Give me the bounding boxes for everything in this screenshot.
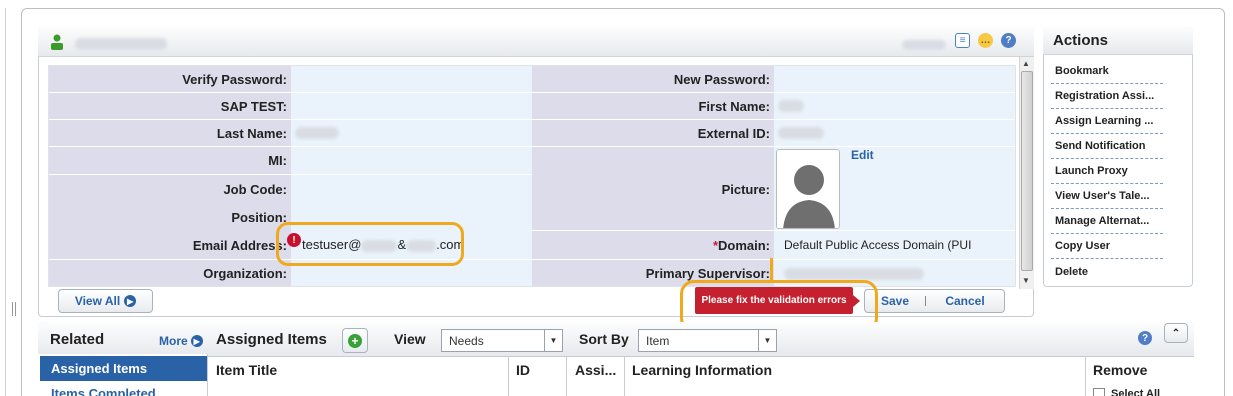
action-copy-user[interactable]: Copy User	[1051, 234, 1163, 259]
edit-picture-link[interactable]: Edit	[851, 148, 874, 162]
form-row: SAP TEST: First Name:	[49, 93, 1015, 120]
view-all-label: View All	[74, 294, 121, 308]
person-icon	[51, 34, 63, 50]
view-select-value: Needs	[449, 334, 484, 348]
domain-value[interactable]: Default Public Access Domain (PUI	[774, 231, 1015, 259]
field-label: Email Address:	[49, 231, 291, 259]
sort-select-value: Item	[646, 334, 670, 348]
email-highlight-ring	[276, 222, 464, 266]
sap-test-field[interactable]	[291, 93, 532, 119]
action-bookmark[interactable]: Bookmark	[1051, 59, 1163, 84]
scroll-down-icon[interactable]: ▼	[1022, 276, 1030, 285]
field-label: Position:	[49, 203, 291, 231]
highlight-connector	[770, 258, 773, 282]
field-label: New Password:	[532, 66, 774, 92]
sort-by-label: Sort By	[579, 331, 629, 347]
action-view-talent[interactable]: View User's Tale...	[1051, 184, 1163, 209]
plus-icon: +	[348, 333, 362, 348]
column-id[interactable]: ID	[516, 362, 530, 378]
arrow-right-icon: ▶	[190, 335, 203, 347]
action-assign-learning[interactable]: Assign Learning ...	[1051, 109, 1163, 134]
comment-icon[interactable]: …	[978, 33, 993, 48]
assigned-items-title: Assigned Items	[216, 331, 327, 348]
sidebar-item-items-completed[interactable]: Items Completed	[51, 386, 156, 396]
splitter-grip-icon[interactable]	[12, 302, 16, 316]
sidebar-item-assigned-items[interactable]: Assigned Items	[40, 356, 207, 381]
form-scrollbar[interactable]: ▲ ▼	[1019, 57, 1034, 289]
cancel-button[interactable]: Cancel	[926, 294, 1004, 308]
details-icon[interactable]: ≡	[955, 33, 970, 48]
last-name-value	[291, 120, 532, 146]
field-label: MI:	[49, 147, 291, 174]
save-cancel-group: Save Cancel	[864, 289, 1005, 313]
view-all-button[interactable]: View All ▶	[58, 289, 153, 313]
column-divider	[1085, 357, 1086, 396]
user-name-redacted	[75, 35, 167, 50]
actions-title: Actions	[1043, 27, 1193, 55]
scroll-up-icon[interactable]: ▲	[1022, 59, 1030, 68]
field-label: External ID:	[532, 120, 774, 146]
new-password-field[interactable]	[774, 66, 1015, 92]
select-all-label: Select All	[1111, 388, 1161, 396]
action-send-notification[interactable]: Send Notification	[1051, 134, 1163, 159]
verify-password-field[interactable]	[291, 66, 532, 92]
field-label: SAP TEST:	[49, 93, 291, 119]
related-title: Related	[50, 331, 105, 348]
sort-by-select[interactable]: Item ▼	[638, 329, 777, 352]
action-manage-alternates[interactable]: Manage Alternat...	[1051, 209, 1163, 234]
field-label: First Name:	[532, 93, 774, 119]
column-divider	[624, 357, 625, 396]
help-icon[interactable]: ?	[1001, 33, 1016, 48]
select-all-checkbox[interactable]: Select All	[1093, 388, 1160, 396]
first-name-value	[774, 93, 1015, 119]
view-select[interactable]: Needs ▼	[441, 329, 563, 352]
left-pane-edge	[0, 8, 6, 396]
header-redacted-text	[902, 36, 946, 51]
column-learning-information[interactable]: Learning Information	[632, 362, 772, 378]
arrow-right-icon: ▶	[124, 295, 137, 307]
header-icon-group: ≡ … ?	[955, 33, 1016, 48]
domain-label: * Domain:	[532, 231, 774, 259]
field-label: Last Name:	[49, 120, 291, 146]
view-label: View	[394, 331, 426, 347]
field-label: Organization:	[49, 260, 291, 286]
chevron-down-icon: ▼	[758, 330, 776, 351]
profile-picture	[776, 149, 840, 229]
action-launch-proxy[interactable]: Launch Proxy	[1051, 159, 1163, 184]
form-row: Last Name: External ID:	[49, 120, 1015, 147]
field-label: Domain:	[718, 237, 770, 253]
form-row: Email Address: * Domain: Default Public A…	[49, 231, 1015, 260]
help-icon[interactable]: ?	[1138, 331, 1152, 345]
job-code-field[interactable]	[291, 175, 532, 203]
form-row: Position:	[49, 203, 1015, 231]
field-label: Picture:	[721, 181, 770, 197]
field-label: Verify Password:	[49, 66, 291, 92]
column-divider	[508, 357, 509, 396]
checkbox-icon[interactable]	[1093, 388, 1105, 396]
field-label: Job Code:	[49, 175, 291, 203]
column-assigned[interactable]: Assi...	[575, 362, 616, 378]
more-label: More	[159, 334, 188, 348]
chevron-down-icon: ▼	[544, 330, 562, 351]
user-panel-header	[38, 27, 1034, 57]
action-delete[interactable]: Delete	[1051, 259, 1163, 284]
mi-field[interactable]	[291, 147, 532, 174]
action-registration[interactable]: Registration Assi...	[1051, 84, 1163, 109]
collapse-button[interactable]: ⌃	[1164, 323, 1188, 343]
column-divider	[566, 357, 567, 396]
more-link[interactable]: More ▶	[159, 334, 203, 348]
form-row: Job Code: Picture:	[49, 175, 1015, 203]
external-id-value	[774, 120, 1015, 146]
user-form: Verify Password: New Password: SAP TEST:…	[48, 65, 1016, 287]
column-item-title[interactable]: Item Title	[216, 362, 277, 378]
scroll-thumb[interactable]	[1021, 71, 1033, 271]
add-item-button[interactable]: +	[342, 328, 368, 353]
column-remove: Remove	[1093, 362, 1148, 378]
form-row: Verify Password: New Password:	[49, 66, 1015, 93]
